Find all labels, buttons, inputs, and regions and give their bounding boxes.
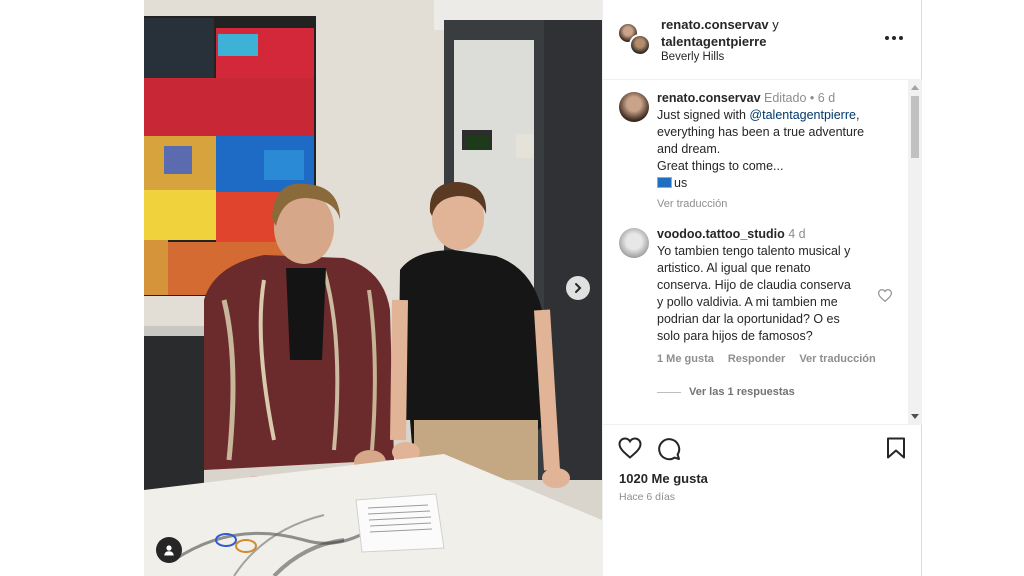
scroll-up-arrow-icon[interactable] [911,85,919,90]
comment-text: podrian dar la oportunidad? O es [657,312,840,326]
comment-time: 6 d [817,91,836,105]
replies-divider [657,391,681,393]
more-options-button[interactable] [885,30,907,46]
chevron-right-icon [575,283,582,293]
comment-text: y pollo valdivia. A mi tambien me [657,295,838,309]
scrollbar-thumb[interactable] [911,96,919,158]
comment-text: artistico. Al igual que renato [657,261,811,275]
bookmark-icon[interactable] [886,437,906,459]
comment-text: solo para hijos de famosos? [657,329,813,343]
scroll-down-arrow-icon[interactable] [911,414,919,419]
heart-icon[interactable] [618,437,642,459]
collab-avatars[interactable] [617,22,653,58]
reply-button[interactable]: Responder [728,353,785,365]
avatar[interactable] [619,92,649,122]
next-photo-button[interactable] [566,276,590,300]
translate-link[interactable]: Ver traducción [657,196,893,213]
comment-username[interactable]: voodoo.tattoo_studio [657,227,785,241]
comment-text: conserva. Hijo de claudia conserva [657,278,851,292]
post-photo[interactable] [144,0,602,576]
mention-link[interactable]: @talentagentpierre [749,108,856,122]
comment-time: 4 d [788,227,806,241]
avatar[interactable] [629,34,651,56]
comments-list: renato.conservav Editado • 6 d Just sign… [603,80,909,424]
heart-icon[interactable] [878,289,892,302]
avatar[interactable] [619,228,649,258]
more-horizontal-icon [885,36,889,40]
post-side-panel: renato.conservav y talentagentpierre Bev… [602,0,923,576]
post-actions-bar: 1020 Me gusta Hace 6 días [603,424,923,576]
translate-link[interactable]: Ver traducción [799,353,875,365]
author-link-1[interactable]: renato.conservav [661,17,769,32]
comments-scrollbar[interactable] [908,80,922,424]
comment-username[interactable]: renato.conservav [657,91,761,105]
comment-actions: 1 Me gusta Responder Ver traducción [657,351,893,368]
likes-count[interactable]: 1020 Me gusta [619,471,708,486]
post-timestamp[interactable]: Hace 6 días [619,491,675,503]
comment-text: Yo tambien tengo talento musical y [657,244,851,258]
comment-text: Great things to come... [657,159,784,173]
user-icon [164,545,174,556]
comment-text: Just signed with [657,108,750,122]
photo-illustration [144,0,602,576]
comment-likes-count[interactable]: 1 Me gusta [657,353,714,365]
view-replies-label[interactable]: Ver las 1 respuestas [689,386,795,398]
post-header: renato.conservav y talentagentpierre Bev… [603,0,923,80]
post-location[interactable]: Beverly Hills [661,51,724,63]
instagram-post-view: .photo .next-btn { left: 422px; } .photo… [0,0,1024,576]
comment-dot: • [809,91,815,105]
comment-text: everything has been a true adventure [657,125,865,139]
post-authors: renato.conservav y talentagentpierre [661,16,779,50]
comment-edited: Editado [764,91,807,105]
author-conjunction: y [772,17,779,32]
author-link-2[interactable]: talentagentpierre [661,34,766,49]
comment-body: renato.conservav Editado • 6 d Just sign… [657,90,893,213]
flag-icon [657,177,672,188]
comment-text: us [674,176,688,190]
comment-body: voodoo.tattoo_studio 4 d Yo tambien teng… [657,226,893,368]
tagged-users-button[interactable] [156,537,182,563]
comment-icon[interactable] [657,437,681,461]
view-replies-link[interactable]: Ver las 1 respuestas [657,386,795,398]
comment-text: and dream. [657,142,721,156]
